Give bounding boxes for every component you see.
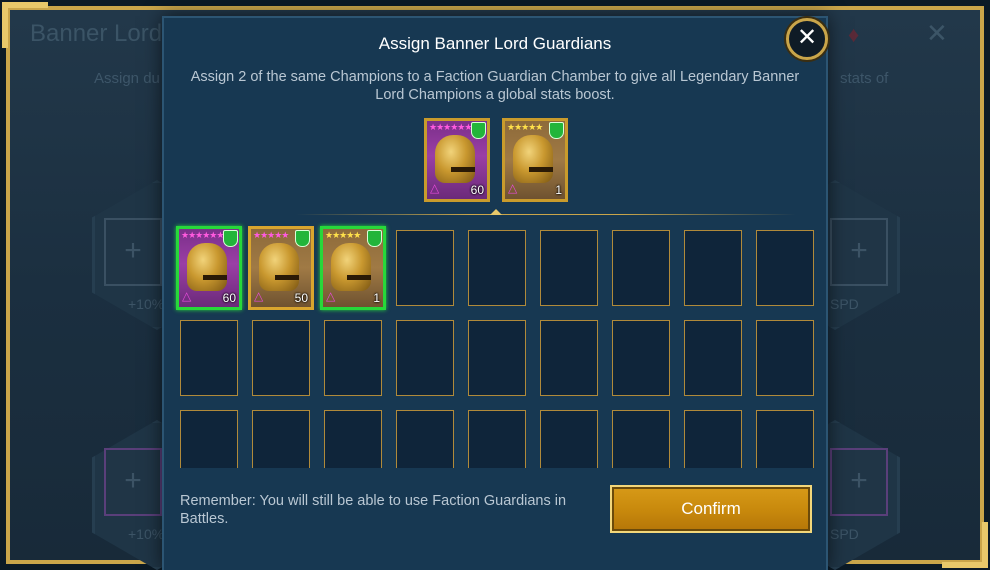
affinity-icon: △ [254, 289, 264, 303]
background-bonus-label: +10% [128, 296, 165, 312]
empty-champion-slot [468, 410, 526, 468]
champion-grid: ★★★★★★ △ 60 ★★★★★ △ 50 ★★★★★ △ 1 [164, 18, 830, 468]
empty-champion-slot [468, 230, 526, 306]
empty-champion-slot [252, 320, 310, 396]
champions-card[interactable]: ★★★★★ △ 50 [248, 226, 314, 310]
confirm-button[interactable]: Confirm [610, 485, 812, 533]
helmet-icon [331, 243, 371, 291]
rank-stars: ★★★★★★ [181, 230, 224, 240]
empty-champion-slot [396, 410, 454, 468]
background-title: Banner Lord [30, 20, 163, 47]
close-icon[interactable]: ✕ [786, 18, 828, 60]
empty-champion-slot [396, 230, 454, 306]
footer-note: Remember: You will still be able to use … [180, 493, 567, 527]
background-stat-label: SPD [830, 296, 859, 312]
background-slot: + [104, 218, 162, 286]
empty-champion-slot [540, 320, 598, 396]
empty-champion-slot [684, 320, 742, 396]
empty-champion-slot [612, 410, 670, 468]
empty-champion-slot [756, 410, 814, 468]
gem-icon: ♦ [848, 22, 860, 47]
empty-champion-slot [396, 320, 454, 396]
champions-card[interactable]: ★★★★★★ △ 60 [176, 226, 242, 310]
helmet-icon [187, 243, 227, 291]
background-bonus-label: +10% [128, 526, 165, 542]
background-slot: + [830, 218, 888, 286]
background-stat-label: SPD [830, 526, 859, 542]
background-slot: + [830, 448, 888, 516]
champions-card[interactable]: ★★★★★ △ 1 [320, 226, 386, 310]
empty-champion-slot [612, 230, 670, 306]
empty-champion-slot [684, 230, 742, 306]
background-close-icon: ✕ [926, 18, 948, 48]
champion-level: 60 [222, 291, 236, 305]
empty-champion-slot [540, 230, 598, 306]
empty-champion-slot [324, 320, 382, 396]
champion-level: 50 [294, 291, 308, 305]
empty-champion-slot [252, 410, 310, 468]
empty-champion-slot [180, 320, 238, 396]
empty-champion-slot [180, 410, 238, 468]
empty-champion-slot [756, 230, 814, 306]
empty-champion-slot [468, 320, 526, 396]
rank-stars: ★★★★★ [253, 230, 289, 240]
empty-champion-slot [612, 320, 670, 396]
background-subtitle: Assign du [94, 70, 160, 87]
background-slot: + [104, 448, 162, 516]
background-subtitle-tail: stats of [840, 70, 889, 87]
guardian-shield-icon [295, 230, 310, 247]
helmet-icon [259, 243, 299, 291]
rank-stars: ★★★★★ [325, 230, 361, 240]
champion-level: 1 [373, 291, 380, 305]
guardian-shield-icon [223, 230, 238, 247]
assign-guardians-dialog: Assign Banner Lord Guardians Assign 2 of… [162, 16, 828, 570]
empty-champion-slot [684, 410, 742, 468]
empty-champion-slot [540, 410, 598, 468]
guardian-shield-icon [367, 230, 382, 247]
affinity-icon: △ [182, 289, 192, 303]
empty-champion-slot [756, 320, 814, 396]
affinity-icon: △ [326, 289, 336, 303]
empty-champion-slot [324, 410, 382, 468]
